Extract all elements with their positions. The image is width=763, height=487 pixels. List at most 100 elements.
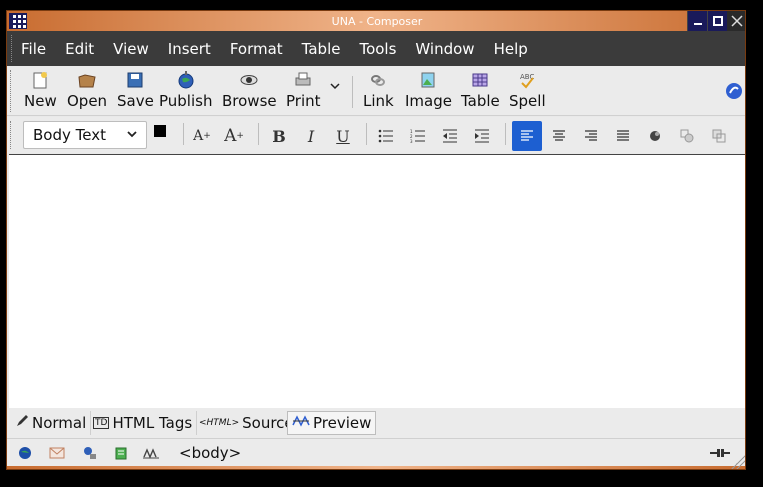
composition-toolbar: New Open Save Publish Browse Print Link … — [7, 66, 745, 116]
print-button[interactable]: Print — [286, 70, 321, 110]
indent-icon[interactable] — [471, 125, 493, 147]
navigator-globe-icon[interactable] — [17, 446, 33, 460]
menu-bar: File Edit View Insert Format Table Tools… — [7, 31, 745, 66]
window-title: UNA - Composer — [331, 14, 423, 28]
address-book-icon[interactable] — [81, 446, 97, 460]
menu-window[interactable]: Window — [415, 40, 474, 58]
format-toolbar-grip[interactable] — [10, 121, 13, 149]
menu-help[interactable]: Help — [494, 40, 528, 58]
save-button[interactable]: Save — [117, 70, 154, 110]
browse-label: Browse — [222, 92, 277, 110]
italic-icon[interactable]: I — [300, 125, 322, 147]
composer-icon[interactable] — [113, 446, 129, 460]
tab-source-label: Source — [242, 414, 294, 432]
menu-insert[interactable]: Insert — [168, 40, 211, 58]
bold-icon[interactable]: B — [268, 125, 290, 147]
tab-preview[interactable]: Preview — [287, 411, 377, 435]
format-toolbar: Body Text A + A + B I U 123 — [7, 117, 745, 153]
save-label: Save — [117, 92, 154, 110]
open-folder-icon — [78, 74, 96, 88]
image-icon — [421, 72, 435, 88]
chevron-down-icon — [126, 128, 138, 143]
tab-normal-label: Normal — [32, 414, 87, 432]
table-label: Table — [461, 92, 500, 110]
online-offline-icon[interactable] — [709, 447, 731, 459]
new-button[interactable]: New — [24, 70, 57, 110]
align-center-icon[interactable] — [548, 125, 570, 147]
tab-preview-label: Preview — [313, 414, 372, 432]
spell-label: Spell — [509, 92, 546, 110]
composer-window: UNA - Composer File Edit View Insert For… — [6, 10, 746, 470]
menu-format[interactable]: Format — [230, 40, 283, 58]
bullet-list-icon[interactable] — [375, 125, 397, 147]
menu-tools[interactable]: Tools — [359, 40, 396, 58]
image-label: Image — [405, 92, 452, 110]
underline-icon[interactable]: U — [332, 125, 354, 147]
image-button[interactable]: Image — [405, 70, 452, 110]
publish-label: Publish — [159, 92, 213, 110]
link-label: Link — [363, 92, 394, 110]
align-justify-icon[interactable] — [612, 125, 634, 147]
table-icon — [472, 73, 488, 87]
link-chain-icon — [371, 75, 386, 86]
menu-table[interactable]: Table — [302, 40, 341, 58]
editor-content-area[interactable] — [9, 154, 745, 408]
element-path[interactable]: <body> — [179, 444, 241, 462]
format-separator — [183, 123, 184, 145]
minimize-icon[interactable] — [687, 11, 707, 31]
tab-html-tags[interactable]: TD HTML Tags — [89, 411, 198, 435]
tab-html-tags-label: HTML Tags — [112, 414, 193, 432]
tab-source[interactable]: <HTML> Source — [195, 411, 299, 435]
maximize-icon[interactable] — [707, 11, 727, 31]
outdent-icon[interactable] — [439, 125, 461, 147]
align-left-icon[interactable] — [512, 121, 542, 151]
edit-mode-tabbar: Normal TD HTML Tags <HTML> Source Previe… — [7, 408, 745, 438]
html-tag-icon: <HTML> — [199, 418, 240, 428]
save-disk-icon — [127, 72, 143, 88]
open-label: Open — [67, 92, 108, 110]
send-backward-icon[interactable] — [708, 125, 730, 147]
publish-globe-icon — [178, 71, 194, 89]
spell-button[interactable]: ABC Spell — [509, 70, 546, 110]
window-bottom-border — [7, 466, 745, 469]
paragraph-style-value: Body Text — [33, 126, 106, 144]
menu-view[interactable]: View — [113, 40, 149, 58]
td-tag-icon: TD — [93, 417, 110, 429]
window-menu-icon[interactable] — [9, 13, 27, 29]
mail-icon[interactable] — [49, 446, 65, 460]
resize-grip-icon[interactable] — [731, 455, 745, 469]
menu-edit[interactable]: Edit — [65, 40, 94, 58]
svg-text:3: 3 — [410, 139, 413, 143]
preview-icon — [292, 414, 310, 432]
status-bar: <body> — [7, 438, 745, 466]
align-right-icon[interactable] — [580, 125, 602, 147]
print-dropdown-chevron-down-icon[interactable] — [329, 80, 341, 96]
browse-button[interactable]: Browse — [222, 70, 277, 110]
menu-file[interactable]: File — [21, 40, 46, 58]
new-label: New — [24, 92, 57, 110]
menubar-grip[interactable] — [11, 35, 14, 62]
publish-button[interactable]: Publish — [159, 70, 212, 110]
numbered-list-icon[interactable]: 123 — [407, 125, 429, 147]
close-icon[interactable] — [727, 11, 745, 31]
throbber-icon — [725, 82, 743, 104]
absolute-position-icon[interactable] — [644, 125, 666, 147]
tab-normal[interactable]: Normal — [11, 411, 92, 435]
bring-forward-icon[interactable] — [676, 125, 698, 147]
spell-check-icon: ABC — [520, 73, 535, 89]
text-color-picker[interactable] — [154, 125, 174, 145]
link-button[interactable]: Link — [363, 70, 394, 110]
irc-chat-icon[interactable] — [143, 446, 159, 460]
text-color-swatch — [154, 125, 166, 137]
format-separator — [366, 123, 367, 145]
table-button[interactable]: Table — [461, 70, 500, 110]
toolbar-grip[interactable] — [10, 70, 13, 112]
format-separator — [258, 123, 259, 145]
paragraph-style-select[interactable]: Body Text — [23, 121, 147, 149]
open-button[interactable]: Open — [67, 70, 107, 110]
browse-eye-icon — [240, 75, 258, 85]
format-separator — [505, 123, 506, 145]
font-size-larger-icon[interactable]: A + — [223, 125, 245, 147]
title-bar[interactable]: UNA - Composer — [7, 11, 745, 31]
font-size-smaller-icon[interactable]: A + — [191, 125, 213, 147]
